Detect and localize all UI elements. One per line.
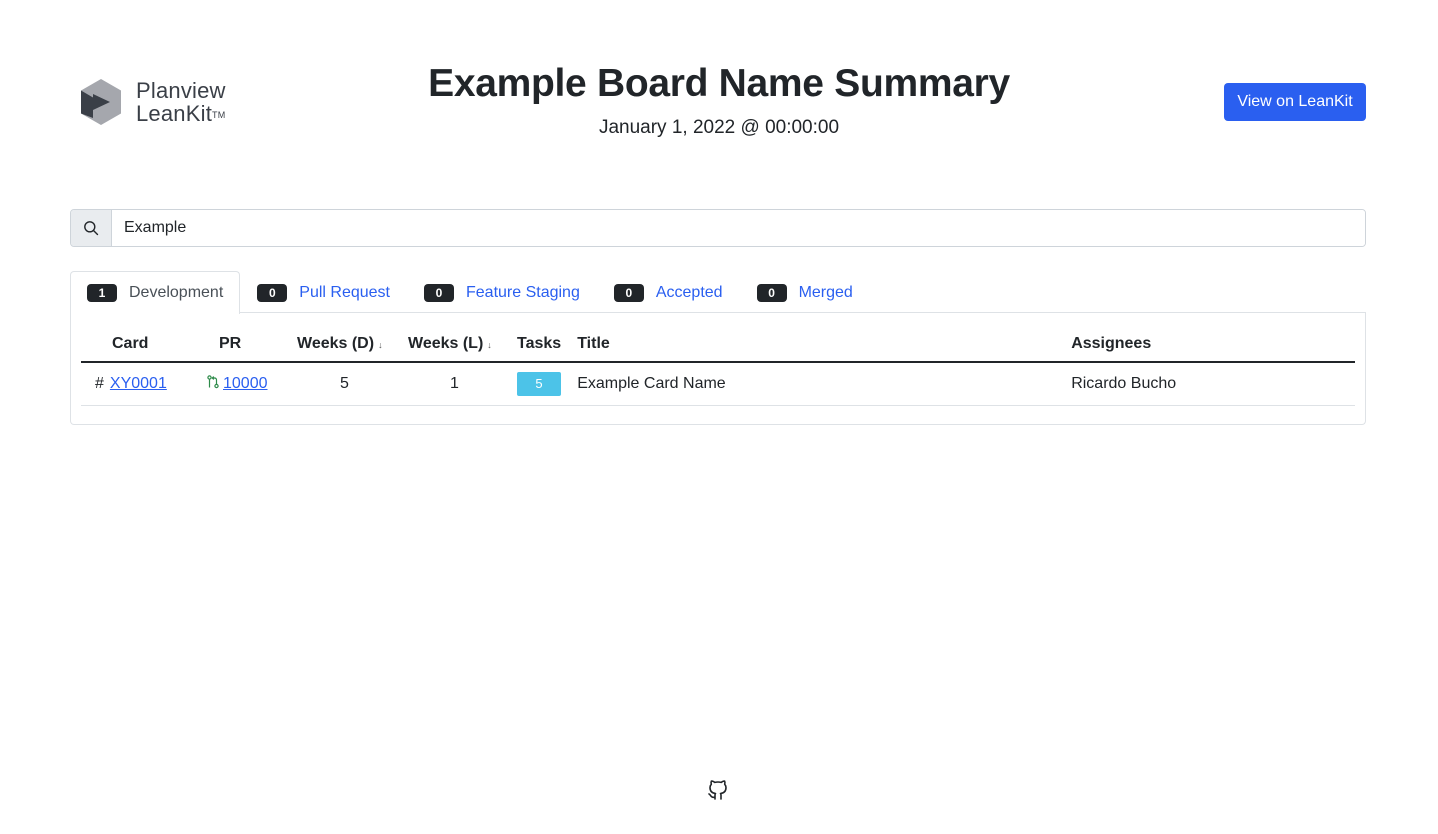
tab-merged[interactable]: 0 Merged xyxy=(740,271,870,313)
card-cell: # XY0001 xyxy=(81,362,188,406)
card-hash: # xyxy=(95,374,104,392)
tab-label: Merged xyxy=(798,283,853,301)
column-header-assignees[interactable]: Assignees xyxy=(1063,326,1355,363)
tab-feature-staging[interactable]: 0 Feature Staging xyxy=(407,271,597,313)
search-icon xyxy=(84,221,99,236)
pull-request-icon xyxy=(207,375,219,388)
tab-count-badge: 0 xyxy=(613,283,644,302)
github-icon[interactable] xyxy=(706,778,730,802)
page-date: January 1, 2022 @ 00:00:00 xyxy=(598,117,840,138)
column-header-label: Weeks (D) xyxy=(297,334,375,352)
pr-cell: 10000 xyxy=(188,362,289,406)
column-header-label: Weeks (L) xyxy=(408,334,484,352)
tab-label: Feature Staging xyxy=(466,283,580,301)
view-on-leankit-button[interactable]: View on LeanKit xyxy=(1224,83,1366,121)
tab-pull-request[interactable]: 0 Pull Request xyxy=(240,271,407,313)
tab-count-badge: 0 xyxy=(424,283,454,302)
table-row: # XY0001 10000 5 1 5 Example Card Name Ri… xyxy=(81,362,1355,406)
search-input[interactable] xyxy=(112,210,1365,246)
cards-table: Card PR Weeks (D) ↓ Weeks (L) ↓ Tasks Titl… xyxy=(81,326,1355,406)
tab-development[interactable]: 1 Development xyxy=(70,271,241,314)
tab-count-badge: 1 xyxy=(87,284,117,302)
page-title: Example Board Name Summary xyxy=(428,62,1010,105)
tab-accepted[interactable]: 0 Accepted xyxy=(597,271,740,313)
assignees-cell: Ricardo Bucho xyxy=(1063,362,1355,406)
tab-panel-development: Card PR Weeks (D) ↓ Weeks (L) ↓ Tasks Titl… xyxy=(70,312,1366,425)
column-header-tasks[interactable]: Tasks xyxy=(509,326,570,363)
tasks-badge: 5 xyxy=(517,371,561,396)
tab-bar: 1 Development 0 Pull Request 0 Feature S… xyxy=(70,271,1366,314)
tab-label: Development xyxy=(129,284,224,301)
tab-count-badge: 0 xyxy=(756,283,787,302)
table-header-row: Card PR Weeks (D) ↓ Weeks (L) ↓ Tasks Titl… xyxy=(81,326,1355,363)
column-header-title[interactable]: Title xyxy=(569,326,1064,363)
column-header-weeks-l[interactable]: Weeks (L) ↓ xyxy=(400,326,509,363)
column-header-weeks-d[interactable]: Weeks (D) ↓ xyxy=(289,326,400,363)
title-block: Example Board Name Summary January 1, 20… xyxy=(0,60,1438,140)
tab-count-badge: 0 xyxy=(257,283,288,302)
tab-label: Pull Request xyxy=(299,283,390,301)
tab-label: Accepted xyxy=(655,283,723,301)
sort-icon: ↓ xyxy=(378,339,383,350)
column-header-pr[interactable]: PR xyxy=(188,326,289,363)
tasks-cell: 5 xyxy=(509,362,570,406)
pr-link[interactable]: 10000 xyxy=(223,375,268,392)
page-header: Planview LeanKitTM Example Board Name Su… xyxy=(0,0,1438,180)
column-header-card[interactable]: Card xyxy=(81,326,188,363)
sort-icon: ↓ xyxy=(487,339,492,350)
search-bar xyxy=(70,209,1366,247)
search-addon xyxy=(71,210,112,246)
card-link[interactable]: XY0001 xyxy=(110,375,167,392)
title-cell: Example Card Name xyxy=(569,362,1064,406)
weeks-l-cell: 1 xyxy=(400,362,509,406)
weeks-d-cell: 5 xyxy=(289,362,400,406)
